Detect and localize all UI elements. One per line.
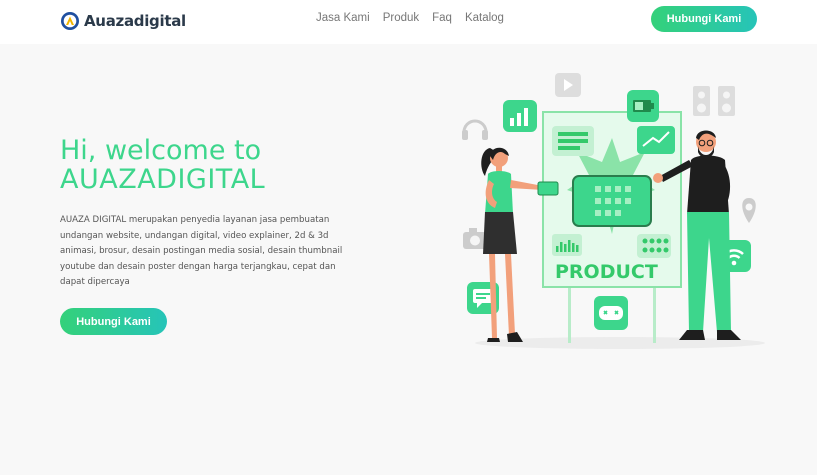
trend-chart-icon (637, 126, 675, 154)
auaza-logo-icon (61, 12, 79, 30)
brand-name: Auazadigital (84, 12, 186, 30)
hero-title-line2: AUAZADIGITAL (60, 164, 266, 195)
headphones-icon (462, 119, 488, 140)
main-nav: Jasa Kami Produk Faq Katalog (316, 12, 504, 24)
navbar: Auazadigital Jasa Kami Produk Faq Katalo… (0, 0, 817, 44)
nav-katalog[interactable]: Katalog (465, 12, 504, 24)
nav-produk[interactable]: Produk (383, 12, 419, 24)
hero-description: AUAZA DIGITAL merupakan penyedia layanan… (60, 215, 343, 287)
board-product-text: PRODUCT (555, 261, 658, 283)
nav-jasa-kami[interactable]: Jasa Kami (316, 12, 370, 24)
header-contact-button[interactable]: Hubungi Kami (651, 6, 757, 32)
hero-title-line1: Hi, welcome to (60, 135, 262, 166)
hero-contact-button[interactable]: Hubungi Kami (60, 308, 167, 335)
hero-title: Hi, welcome to AUAZADIGITAL (60, 136, 420, 194)
nav-faq[interactable]: Faq (432, 12, 452, 24)
brand[interactable]: Auazadigital (60, 10, 186, 32)
location-pin-icon (742, 198, 756, 223)
battery-icon (627, 90, 659, 122)
bar-chart-icon (503, 100, 537, 132)
gamepad-icon (594, 296, 628, 330)
youtube-icon (555, 73, 581, 97)
speaker-icon (693, 86, 735, 116)
product-illustration: PRODUCT (462, 73, 765, 349)
